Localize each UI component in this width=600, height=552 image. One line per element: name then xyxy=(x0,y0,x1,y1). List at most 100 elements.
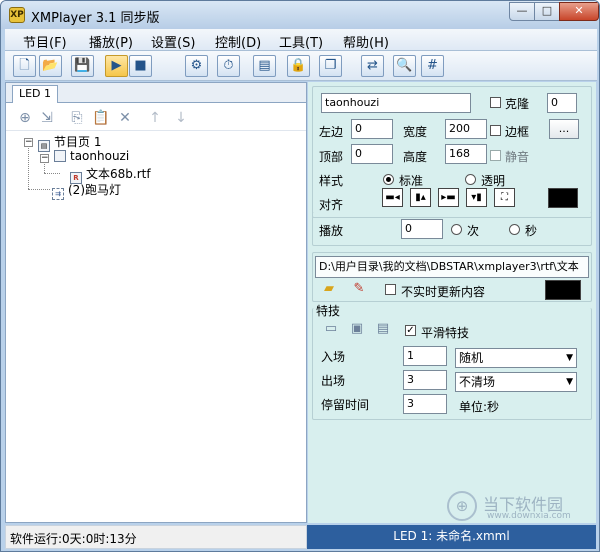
maximize-button[interactable]: □ xyxy=(534,2,560,21)
width-label: 宽度 xyxy=(403,125,428,139)
windows-icon: ❐ xyxy=(324,58,337,73)
effect-folder-icon[interactable]: ▣ xyxy=(349,321,365,337)
timer-button[interactable]: ⏱ xyxy=(217,55,240,77)
app-window: XP XMPlayer 3.1 同步版 — □ ✕ 节目(F) 播放(P) 设置… xyxy=(0,0,600,552)
runtime-status: 软件运行:0天:0时:13分 xyxy=(10,532,137,546)
text-color-swatch[interactable] xyxy=(545,280,581,300)
stop-button[interactable]: ■ xyxy=(129,55,152,77)
clone-checkbox[interactable] xyxy=(490,97,501,108)
file-path-input[interactable]: D:\用户目录\我的文档\DBSTAR\xmplayer3\rtf\文本 xyxy=(315,256,589,278)
menu-control[interactable]: 控制(D) xyxy=(215,32,261,51)
tree-collapse-toggle[interactable]: − xyxy=(24,138,33,147)
search-button[interactable]: 🔍 xyxy=(393,55,416,77)
sync-button[interactable]: ⇄ xyxy=(361,55,384,77)
menu-program[interactable]: 节目(F) xyxy=(23,32,67,51)
program-tree-panel: LED 1 ⊕ ⇲ ⎘ 📋 ✕ ↑ ↓ − ▤ 节目页 1 − taonhouzi R 文本68… xyxy=(5,82,307,523)
new-file-button[interactable]: 🗋 xyxy=(13,55,36,77)
open-folder-button[interactable]: 📂 xyxy=(39,55,62,77)
mute-checkbox[interactable] xyxy=(490,150,501,161)
realtime-update-checkbox[interactable] xyxy=(385,284,396,295)
tree-node-label: 文本68b.rtf xyxy=(86,167,151,181)
new-file-icon: 🗋 xyxy=(19,58,30,73)
play-times-label: 次 xyxy=(467,224,480,238)
play-count-input[interactable]: 0 xyxy=(401,219,443,239)
menu-play[interactable]: 播放(P) xyxy=(89,32,133,51)
play-button[interactable]: ▶ xyxy=(105,55,128,77)
tree-node-marquee[interactable]: ⇉ (2)跑马灯 xyxy=(52,181,121,200)
exit-label: 出场 xyxy=(321,374,346,388)
insert-node-icon[interactable]: ⇲ xyxy=(38,109,56,127)
height-input[interactable]: 168 xyxy=(445,144,487,164)
top-input[interactable]: 0 xyxy=(351,144,393,164)
delete-icon[interactable]: ✕ xyxy=(116,109,134,127)
border-settings-button[interactable]: ... xyxy=(549,119,579,139)
play-label: 播放 xyxy=(319,224,344,238)
close-button[interactable]: ✕ xyxy=(559,2,599,21)
gear-button[interactable]: ⚙ xyxy=(185,55,208,77)
style-label: 样式 xyxy=(319,174,344,188)
title-bar[interactable]: XP XMPlayer 3.1 同步版 — □ ✕ xyxy=(1,1,599,29)
height-label: 高度 xyxy=(403,150,428,164)
name-input[interactable]: taonhouzi xyxy=(321,93,471,113)
left-input[interactable]: 0 xyxy=(351,119,393,139)
paste-icon[interactable]: 📋 xyxy=(92,109,110,127)
tree-toolbar: ⊕ ⇲ ⎘ 📋 ✕ ↑ ↓ xyxy=(6,103,306,131)
windows-button[interactable]: ❐ xyxy=(319,55,342,77)
effects-group: ▭ ▣ ▤ ✓ 平滑特技 入场 1 随机 ▼ 出场 3 不清场 ▼ 停留时间 3 单… xyxy=(312,308,592,420)
style-transparent-label: 透明 xyxy=(481,174,506,188)
smooth-effect-checkbox[interactable]: ✓ xyxy=(405,325,416,336)
align-right-button[interactable]: ▸▬ xyxy=(438,188,459,207)
grid-button[interactable]: # xyxy=(421,55,444,77)
clone-count-input[interactable]: 0 xyxy=(547,93,577,113)
minimize-button[interactable]: — xyxy=(509,2,535,21)
width-input[interactable]: 200 xyxy=(445,119,487,139)
open-folder-icon[interactable]: ▰ xyxy=(321,281,337,297)
tree-node-window[interactable]: taonhouzi xyxy=(54,149,129,163)
status-bar: 软件运行:0天:0时:13分 xyxy=(5,525,307,549)
align-label: 对齐 xyxy=(319,198,344,212)
enter-value-input[interactable]: 1 xyxy=(403,346,447,366)
screen-status: LED 1: 未命名.xmml xyxy=(307,525,596,549)
style-transparent-radio[interactable] xyxy=(465,174,476,185)
app-logo-icon: XP xyxy=(9,7,25,23)
align-bottom-button[interactable]: ▾▮ xyxy=(466,188,487,207)
background-color-swatch[interactable] xyxy=(548,188,578,208)
play-seconds-radio[interactable] xyxy=(509,224,520,235)
menu-tools[interactable]: 工具(T) xyxy=(279,32,323,51)
smooth-effect-label: 平滑特技 xyxy=(421,326,470,340)
enter-effect-value: 随机 xyxy=(459,351,484,365)
align-left-button[interactable]: ▬◂ xyxy=(382,188,403,207)
exit-effect-select[interactable]: 不清场 ▼ xyxy=(455,372,577,392)
move-down-icon[interactable]: ↓ xyxy=(172,109,190,127)
screen-button[interactable]: ▤ xyxy=(253,55,276,77)
tree-node-label: 节目页 xyxy=(54,135,91,149)
align-top-button[interactable]: ▮▴ xyxy=(410,188,431,207)
chevron-down-icon: ▼ xyxy=(566,353,573,363)
edit-icon[interactable]: ✎ xyxy=(351,281,367,297)
exit-value-input[interactable]: 3 xyxy=(403,370,447,390)
enter-effect-select[interactable]: 随机 ▼ xyxy=(455,348,577,368)
clone-label: 克隆 xyxy=(505,97,530,111)
watermark-url: www.downxia.com xyxy=(487,511,571,521)
tree-collapse-toggle[interactable]: − xyxy=(40,154,49,163)
lock-button[interactable]: 🔒 xyxy=(287,55,310,77)
play-times-radio[interactable] xyxy=(451,224,462,235)
stay-value-input[interactable]: 3 xyxy=(403,394,447,414)
align-stretch-button[interactable]: ⛶ xyxy=(494,188,515,207)
effect-new-icon[interactable]: ▭ xyxy=(323,321,339,337)
window-title: XMPlayer 3.1 同步版 xyxy=(31,11,160,26)
menu-help[interactable]: 帮助(H) xyxy=(343,32,389,51)
style-standard-radio[interactable] xyxy=(383,174,394,185)
menu-settings[interactable]: 设置(S) xyxy=(151,32,195,51)
save-button[interactable]: 💾 xyxy=(71,55,94,77)
chevron-down-icon: ▼ xyxy=(566,377,573,387)
border-checkbox[interactable] xyxy=(490,125,501,136)
add-node-icon[interactable]: ⊕ xyxy=(16,109,34,127)
effect-list-icon[interactable]: ▤ xyxy=(375,321,391,337)
realtime-update-label: 不实时更新内容 xyxy=(401,285,486,299)
tab-led1[interactable]: LED 1 xyxy=(12,85,58,103)
watermark-logo-icon: ⊕ xyxy=(447,491,477,521)
copy-icon[interactable]: ⎘ xyxy=(68,109,86,127)
page-icon: ▤ xyxy=(38,140,50,152)
move-up-icon[interactable]: ↑ xyxy=(146,109,164,127)
